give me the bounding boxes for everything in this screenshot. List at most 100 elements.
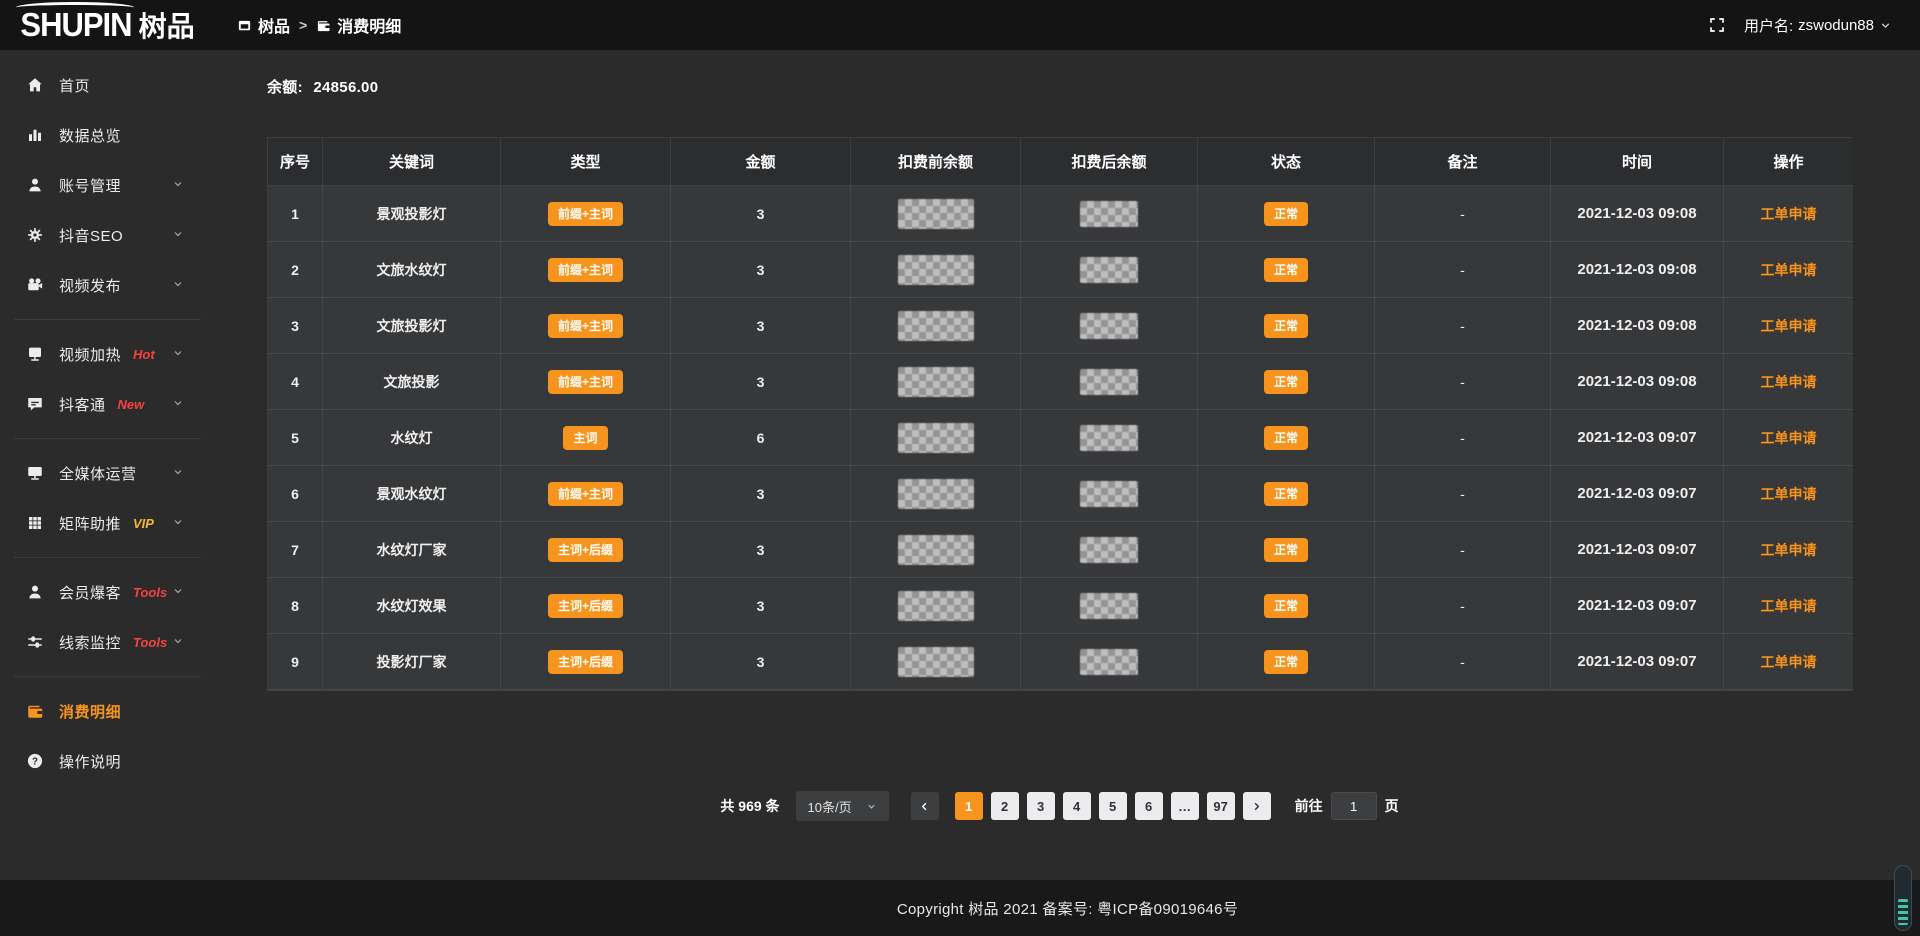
action-cell: 工单申请 xyxy=(1724,578,1853,634)
sidebar-item-label: 首页 xyxy=(59,75,90,96)
amount-cell: 6 xyxy=(671,410,851,466)
page-button-97[interactable]: 97 xyxy=(1207,792,1235,820)
status-cell: 正常 xyxy=(1198,354,1375,410)
sidebar-item-tag: Tools xyxy=(133,585,167,600)
work-order-link[interactable]: 工单申请 xyxy=(1761,652,1817,672)
balance-summary: 余额: 24856.00 xyxy=(267,76,378,97)
floating-widget[interactable] xyxy=(1894,865,1912,931)
sidebar-item-线索监控[interactable]: 线索监控Tools xyxy=(0,617,215,667)
work-order-link[interactable]: 工单申请 xyxy=(1761,260,1817,280)
sidebar-item-会员爆客[interactable]: 会员爆客Tools xyxy=(0,567,215,617)
status-cell: 正常 xyxy=(1198,634,1375,690)
time-cell: 2021-12-03 09:08 xyxy=(1551,354,1724,410)
sidebar-item-抖音SEO[interactable]: 抖音SEO xyxy=(0,210,215,260)
column-header-扣费前余额: 扣费前余额 xyxy=(851,138,1021,186)
prev-page-button[interactable] xyxy=(911,792,939,820)
status-badge: 正常 xyxy=(1264,258,1308,282)
type-cell: 前缀+主词 xyxy=(501,466,671,522)
masked-value xyxy=(1080,537,1138,563)
column-header-状态: 状态 xyxy=(1198,138,1375,186)
sidebar-item-账号管理[interactable]: 账号管理 xyxy=(0,160,215,210)
page-size-select[interactable]: 10条/页 xyxy=(796,791,889,821)
masked-value xyxy=(1080,369,1138,395)
logo-text-en: SHUPIN xyxy=(20,6,131,45)
balance-before-cell xyxy=(851,242,1021,298)
balance-after-cell xyxy=(1021,634,1198,690)
type-cell: 前缀+主词 xyxy=(501,186,671,242)
action-cell: 工单申请 xyxy=(1724,186,1853,242)
fullscreen-button[interactable] xyxy=(1708,16,1726,34)
row-index: 5 xyxy=(268,410,323,466)
page-button-2[interactable]: 2 xyxy=(991,792,1019,820)
page-button-1[interactable]: 1 xyxy=(955,792,983,820)
balance-before-cell xyxy=(851,298,1021,354)
work-order-link[interactable]: 工单申请 xyxy=(1761,484,1817,504)
masked-value xyxy=(1080,257,1138,283)
balance-before-cell xyxy=(851,578,1021,634)
masked-value xyxy=(898,647,974,677)
sidebar-item-label: 账号管理 xyxy=(59,175,121,196)
sidebar-item-抖客通[interactable]: 抖客通New xyxy=(0,379,215,429)
amount-cell: 3 xyxy=(671,186,851,242)
row-index: 8 xyxy=(268,578,323,634)
goto-page-input[interactable] xyxy=(1331,792,1377,820)
next-page-button[interactable] xyxy=(1243,792,1271,820)
breadcrumb-current[interactable]: 消费明细 xyxy=(316,13,401,37)
status-badge: 正常 xyxy=(1264,426,1308,450)
username-value: zswodun88 xyxy=(1798,17,1874,34)
masked-value xyxy=(898,535,974,565)
remark-cell: - xyxy=(1375,298,1551,354)
masked-value xyxy=(898,423,974,453)
page-button-5[interactable]: 5 xyxy=(1099,792,1127,820)
breadcrumb-separator: > xyxy=(299,17,307,33)
page-button-4[interactable]: 4 xyxy=(1063,792,1091,820)
sidebar-item-全媒体运营[interactable]: 全媒体运营 xyxy=(0,448,215,498)
sidebar-item-tag: New xyxy=(118,397,145,412)
breadcrumb-home[interactable]: 树品 xyxy=(237,13,290,37)
status-cell: 正常 xyxy=(1198,242,1375,298)
amount-cell: 3 xyxy=(671,298,851,354)
sidebar-item-视频加热[interactable]: 视频加热Hot xyxy=(0,329,215,379)
type-badge: 主词+后缀 xyxy=(548,594,623,618)
chevron-down-icon xyxy=(172,635,184,647)
row-index: 3 xyxy=(268,298,323,354)
work-order-link[interactable]: 工单申请 xyxy=(1761,372,1817,392)
page-button-3[interactable]: 3 xyxy=(1027,792,1055,820)
type-cell: 主词+后缀 xyxy=(501,634,671,690)
page-button-6[interactable]: 6 xyxy=(1135,792,1163,820)
time-cell: 2021-12-03 09:08 xyxy=(1551,242,1724,298)
time-cell: 2021-12-03 09:07 xyxy=(1551,522,1724,578)
pagination-pages: 123456 … 97 xyxy=(955,792,1235,820)
type-cell: 主词 xyxy=(501,410,671,466)
sidebar-item-消费明细[interactable]: 消费明细 xyxy=(0,686,215,736)
work-order-link[interactable]: 工单申请 xyxy=(1761,428,1817,448)
status-badge: 正常 xyxy=(1264,538,1308,562)
sidebar-item-数据总览[interactable]: 数据总览 xyxy=(0,110,215,160)
bar-chart-icon xyxy=(26,126,44,144)
work-order-link[interactable]: 工单申请 xyxy=(1761,204,1817,224)
amount-cell: 3 xyxy=(671,634,851,690)
action-cell: 工单申请 xyxy=(1724,354,1853,410)
row-index: 6 xyxy=(268,466,323,522)
sidebar-menu: 首页数据总览账号管理抖音SEO视频发布视频加热Hot抖客通New 全媒体运营矩阵助… xyxy=(0,50,215,936)
keyword-cell: 水纹灯厂家 xyxy=(323,522,501,578)
app-logo: SHUPIN 树品 xyxy=(0,0,215,50)
sidebar-item-操作说明[interactable]: ?操作说明 xyxy=(0,736,215,786)
sidebar-divider xyxy=(14,319,201,320)
user-menu[interactable]: 用户名: zswodun88 xyxy=(1744,15,1892,36)
work-order-link[interactable]: 工单申请 xyxy=(1761,316,1817,336)
sidebar-divider xyxy=(14,557,201,558)
status-badge: 正常 xyxy=(1264,482,1308,506)
page-ellipsis-button[interactable]: … xyxy=(1171,792,1199,820)
remark-cell: - xyxy=(1375,578,1551,634)
sidebar-item-tag: Tools xyxy=(133,635,167,650)
sidebar-item-矩阵助推[interactable]: 矩阵助推VIP xyxy=(0,498,215,548)
column-header-类型: 类型 xyxy=(501,138,671,186)
work-order-link[interactable]: 工单申请 xyxy=(1761,596,1817,616)
sidebar-item-视频发布[interactable]: 视频发布 xyxy=(0,260,215,310)
chat-icon xyxy=(26,395,44,413)
masked-value xyxy=(898,255,974,285)
type-cell: 前缀+主词 xyxy=(501,242,671,298)
work-order-link[interactable]: 工单申请 xyxy=(1761,540,1817,560)
sidebar-item-首页[interactable]: 首页 xyxy=(0,60,215,110)
